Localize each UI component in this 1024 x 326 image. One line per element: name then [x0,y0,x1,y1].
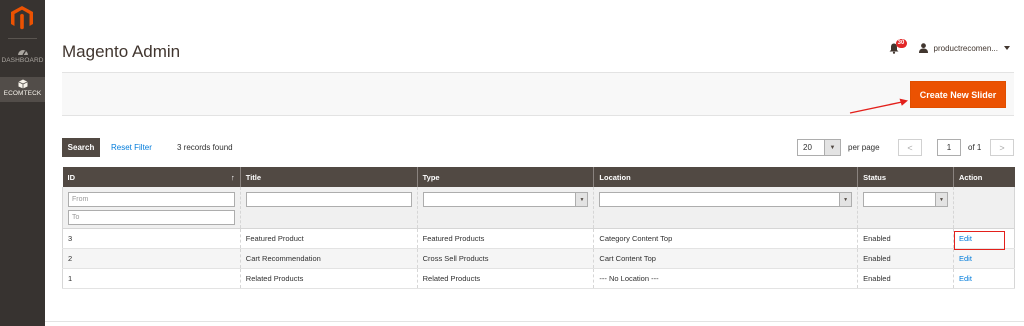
reset-filter-link[interactable]: Reset Filter [111,143,152,152]
cube-icon [17,79,28,89]
column-header-title[interactable]: Title [239,167,418,187]
cell-location: Cart Content Top [593,248,858,269]
notification-count-badge: 30 [895,39,907,48]
filter-row: From To ▼ ▼ ▼ [62,187,1015,229]
title-filter-input[interactable] [245,192,412,207]
table-row: 1 Related Products Related Products --- … [62,268,1015,289]
id-from-input[interactable]: From [68,192,235,207]
sidebar-item-label: ECOMTECK [3,90,42,97]
cell-title: Featured Product [239,228,418,249]
cell-title: Cart Recommendation [239,248,418,269]
previous-page-button[interactable]: < [898,139,922,156]
cell-id: 1 [62,268,241,289]
id-to-input[interactable]: To [68,210,235,225]
sliders-grid: ID ↑ Title Type Location Status Action Fr… [62,167,1015,289]
cell-title: Related Products [239,268,418,289]
per-page-select[interactable]: 20 ▼ [797,139,841,156]
cell-id: 2 [62,248,241,269]
column-header-action: Action [953,167,1015,187]
cell-id: 3 [62,228,241,249]
column-header-type[interactable]: Type [416,167,594,187]
table-row: 2 Cart Recommendation Cross Sell Product… [62,248,1015,269]
page-title: Magento Admin [62,42,181,61]
cell-type: Featured Products [416,228,594,249]
filter-cell-location: ▼ [593,187,858,229]
per-page-value: 20 [803,143,812,152]
edit-link[interactable]: Edit [959,254,972,263]
cell-type: Cross Sell Products [416,248,594,269]
cell-status: Enabled [857,248,954,269]
caret-down-icon[interactable] [1004,46,1010,50]
annotation-highlight-box [954,231,1005,250]
cell-location: --- No Location --- [593,268,858,289]
sidebar-item-label: DASHBOARD [1,57,44,64]
chevron-left-icon: < [907,142,913,153]
type-filter-select[interactable]: ▼ [422,192,589,207]
status-filter-select[interactable]: ▼ [863,192,948,207]
annotation-arrow-icon [849,98,908,114]
cell-action: Edit [953,248,1015,269]
search-button[interactable]: Search [62,138,100,157]
account-menu-label[interactable]: productrecomen... [934,44,998,53]
cell-type: Related Products [416,268,594,289]
speedometer-icon [17,50,28,56]
grid-header-row: ID ↑ Title Type Location Status Action [62,167,1015,187]
table-row: 3 Featured Product Featured Products Cat… [62,228,1015,249]
grid-toolbar: Search Reset Filter 3 records found 20 ▼… [62,138,1014,158]
sidebar-item-dashboard[interactable]: DASHBOARD [0,44,45,72]
records-count: 3 records found [177,143,233,152]
next-page-button[interactable]: > [990,139,1014,156]
header-actions: 30 productrecomen... [889,39,1010,54]
chevron-right-icon: > [999,142,1005,153]
page-total-label: of 1 [968,143,982,152]
chevron-down-icon: ▼ [839,193,852,206]
filter-cell-action [953,187,1015,229]
sidebar-item-ecomteck[interactable]: ECOMTECK [0,77,45,102]
cell-status: Enabled [857,268,954,289]
sidebar-divider [8,38,37,39]
filter-cell-status: ▼ [857,187,954,229]
admin-sidebar: DASHBOARD ECOMTECK [0,0,45,326]
filter-cell-type: ▼ [416,187,594,229]
page-number-input[interactable]: 1 [937,139,961,156]
chevron-down-icon[interactable]: ▼ [824,140,840,155]
cell-location: Category Content Top [593,228,858,249]
location-filter-select[interactable]: ▼ [599,192,853,207]
per-page-label: per page [848,143,880,152]
filter-cell-title [239,187,418,229]
cell-status: Enabled [857,228,954,249]
cell-action: Edit [953,268,1015,289]
edit-link[interactable]: Edit [959,274,972,283]
column-label: ID [67,172,76,182]
user-icon[interactable] [918,43,928,53]
column-header-location[interactable]: Location [593,167,858,187]
page-footer-divider [45,321,1024,322]
filter-cell-id: From To [62,187,241,229]
sort-arrow-icon[interactable]: ↑ [231,173,235,182]
magento-logo-icon[interactable] [11,6,33,30]
notifications-button[interactable]: 30 [889,39,907,54]
chevron-down-icon: ▼ [935,193,947,206]
chevron-down-icon: ▼ [575,193,588,206]
create-new-slider-button[interactable]: Create New Slider [910,81,1006,108]
column-header-status[interactable]: Status [857,167,954,187]
column-header-id[interactable]: ID ↑ [62,167,241,187]
